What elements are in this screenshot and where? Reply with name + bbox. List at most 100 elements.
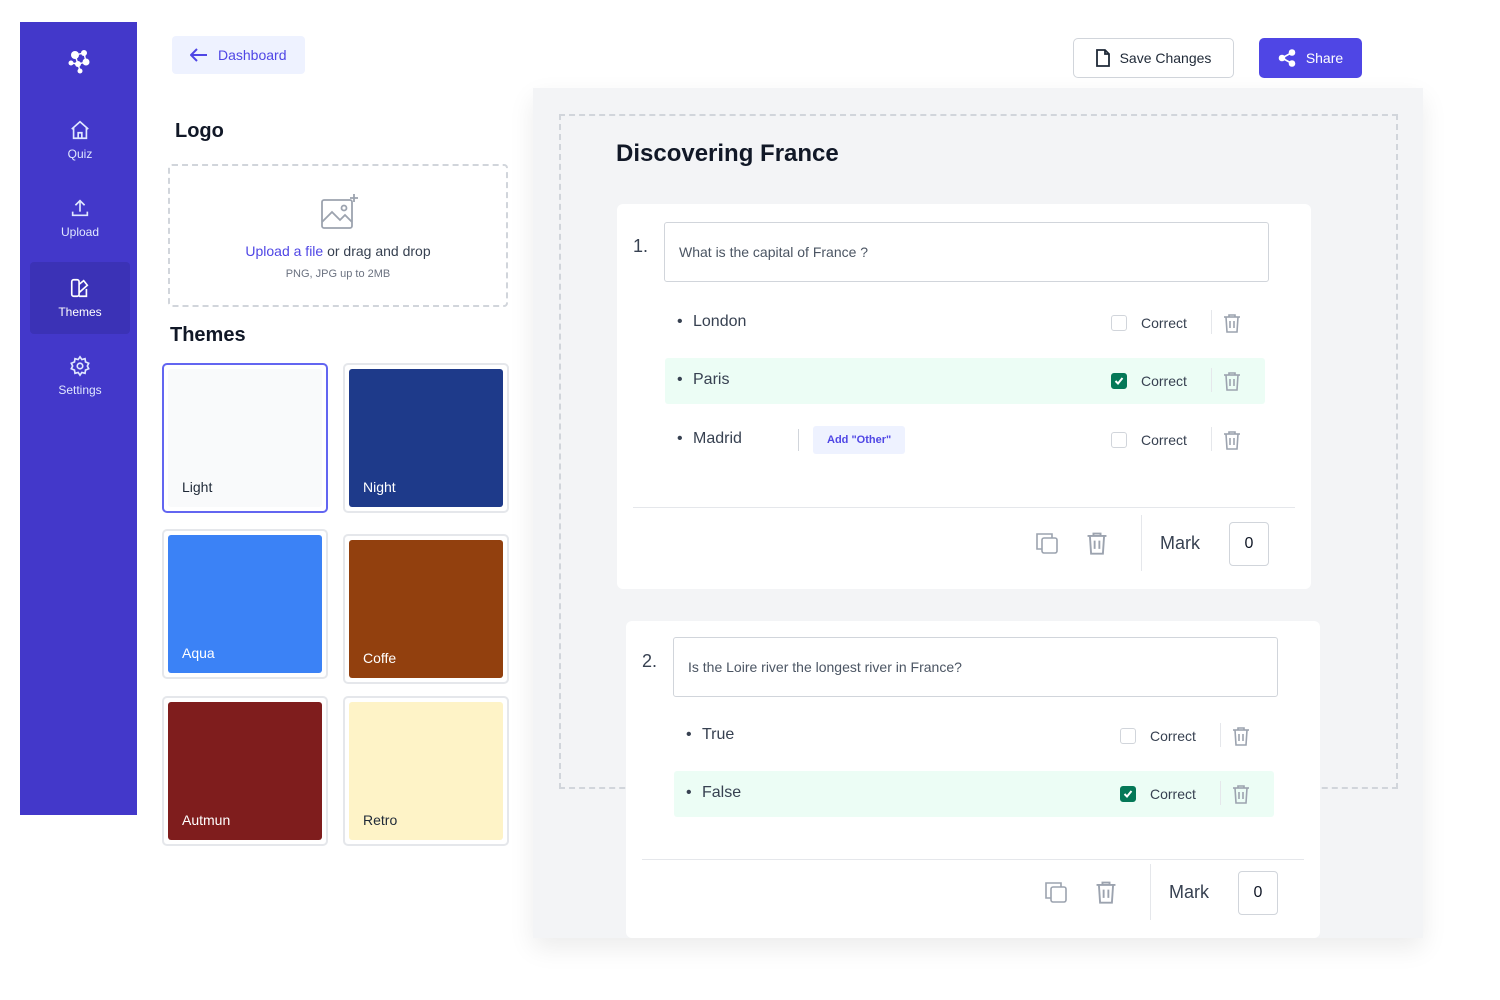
- share-button-label: Share: [1305, 50, 1344, 66]
- themes-icon: [70, 278, 89, 298]
- answer-text[interactable]: True: [686, 726, 734, 744]
- delete-answer-button[interactable]: [1221, 429, 1243, 451]
- mark-input[interactable]: [1229, 522, 1269, 566]
- delete-answer-button[interactable]: [1230, 783, 1252, 805]
- theme-label: Night: [363, 479, 396, 495]
- theme-card-aqua[interactable]: Aqua: [162, 529, 328, 679]
- correct-checkbox[interactable]: [1111, 373, 1127, 389]
- quiz-title: Discovering France: [616, 140, 839, 167]
- sidebar-item-themes[interactable]: Themes: [30, 262, 130, 334]
- trash-icon[interactable]: [1221, 370, 1243, 392]
- trash-icon[interactable]: [1230, 783, 1252, 805]
- correct-checkbox[interactable]: [1111, 432, 1127, 448]
- card-divider: [642, 859, 1304, 860]
- sidebar-item-label: Themes: [58, 305, 102, 319]
- correct-label: Correct: [1141, 432, 1187, 448]
- upload-hint: PNG, JPG up to 2MB: [285, 268, 391, 280]
- trash-icon[interactable]: [1084, 530, 1110, 556]
- save-changes-button[interactable]: Save Changes: [1073, 38, 1234, 78]
- drag-drop-text: or drag and drop: [323, 243, 431, 259]
- theme-label: Retro: [363, 812, 398, 828]
- correct-label: Correct: [1141, 373, 1187, 389]
- answer-text[interactable]: London: [677, 313, 747, 331]
- check-icon: [1123, 790, 1133, 798]
- answer-text[interactable]: Madrid: [677, 430, 742, 448]
- upload-file-link[interactable]: Upload a file: [245, 243, 323, 259]
- duplicate-question-button[interactable]: [1043, 879, 1069, 905]
- theme-card-autmun[interactable]: Autmun: [162, 696, 328, 846]
- divider: [1211, 310, 1212, 334]
- answer-row: True Correct: [674, 713, 1274, 759]
- sidebar-item-upload[interactable]: Upload: [30, 182, 130, 254]
- mark-label: Mark: [1160, 533, 1200, 553]
- divider: [1150, 864, 1151, 920]
- save-button-label: Save Changes: [1119, 50, 1212, 66]
- duplicate-icon[interactable]: [1043, 879, 1069, 905]
- sidebar-item-label: Upload: [60, 225, 100, 239]
- divider: [798, 429, 799, 451]
- theme-label: Aqua: [182, 645, 215, 661]
- sidebar-item-label: Settings: [58, 383, 102, 397]
- arrow-left-icon: [190, 48, 207, 62]
- theme-card-coffe[interactable]: Coffe: [343, 534, 509, 684]
- theme-swatch: Aqua: [168, 535, 322, 673]
- divider: [1220, 723, 1221, 747]
- question-card: 1. London Correct Paris Correct Madrid Add "Ot…: [617, 204, 1311, 589]
- theme-swatch: Night: [349, 369, 503, 507]
- logo-section-title: Logo: [175, 120, 224, 142]
- delete-question-button[interactable]: [1084, 530, 1110, 556]
- mark-input[interactable]: [1238, 871, 1278, 915]
- back-to-dashboard-button[interactable]: Dashboard: [172, 36, 305, 74]
- correct-checkbox[interactable]: [1120, 786, 1136, 802]
- logo-dropzone[interactable]: Upload a file or drag and drop PNG, JPG …: [168, 164, 508, 307]
- delete-answer-button[interactable]: [1221, 370, 1243, 392]
- delete-question-button[interactable]: [1093, 879, 1119, 905]
- upload-icon: [71, 199, 89, 217]
- top-bar: Dashboard Save Changes Share: [137, 22, 1423, 88]
- correct-label: Correct: [1150, 786, 1196, 802]
- question-text-input[interactable]: [673, 637, 1278, 697]
- quiz-canvas: Discovering France 1. London Correct Paris C…: [533, 88, 1423, 938]
- theme-swatch: Light: [168, 369, 322, 507]
- question-number: 1.: [633, 236, 649, 256]
- document-icon: [1095, 49, 1110, 67]
- divider: [1220, 781, 1221, 805]
- trash-icon[interactable]: [1221, 312, 1243, 334]
- duplicate-question-button[interactable]: [1034, 530, 1060, 556]
- correct-label: Correct: [1150, 728, 1196, 744]
- trash-icon[interactable]: [1221, 429, 1243, 451]
- image-upload-icon: [321, 194, 358, 229]
- delete-answer-button[interactable]: [1221, 312, 1243, 334]
- correct-checkbox[interactable]: [1120, 728, 1136, 744]
- correct-label: Correct: [1141, 315, 1187, 331]
- answer-text[interactable]: False: [686, 784, 741, 802]
- theme-card-retro[interactable]: Retro: [343, 696, 509, 846]
- trash-icon[interactable]: [1230, 725, 1252, 747]
- answer-row: Paris Correct: [665, 358, 1265, 404]
- sidebar-item-quiz[interactable]: Quiz: [30, 104, 130, 176]
- divider: [1211, 427, 1212, 451]
- check-icon: [1114, 377, 1124, 385]
- back-button-label: Dashboard: [218, 47, 287, 63]
- theme-label: Light: [182, 479, 213, 495]
- themes-section-title: Themes: [170, 324, 246, 346]
- duplicate-icon[interactable]: [1034, 530, 1060, 556]
- delete-answer-button[interactable]: [1230, 725, 1252, 747]
- sidebar-item-settings[interactable]: Settings: [30, 340, 130, 412]
- share-button[interactable]: Share: [1259, 38, 1362, 78]
- question-number: 2.: [642, 651, 658, 671]
- answer-text[interactable]: Paris: [677, 371, 730, 389]
- add-other-button[interactable]: Add "Other": [813, 426, 906, 454]
- share-icon: [1278, 49, 1296, 67]
- gear-icon: [70, 355, 90, 377]
- question-text-input[interactable]: [664, 222, 1269, 282]
- theme-label: Autmun: [182, 812, 231, 828]
- mark-label: Mark: [1169, 882, 1209, 902]
- correct-checkbox[interactable]: [1111, 315, 1127, 331]
- card-divider: [633, 507, 1295, 508]
- theme-card-light[interactable]: Light: [162, 363, 328, 513]
- trash-icon[interactable]: [1093, 879, 1119, 905]
- theme-card-night[interactable]: Night: [343, 363, 509, 513]
- upload-instructions: Upload a file or drag and drop: [170, 243, 506, 259]
- divider: [1211, 368, 1212, 392]
